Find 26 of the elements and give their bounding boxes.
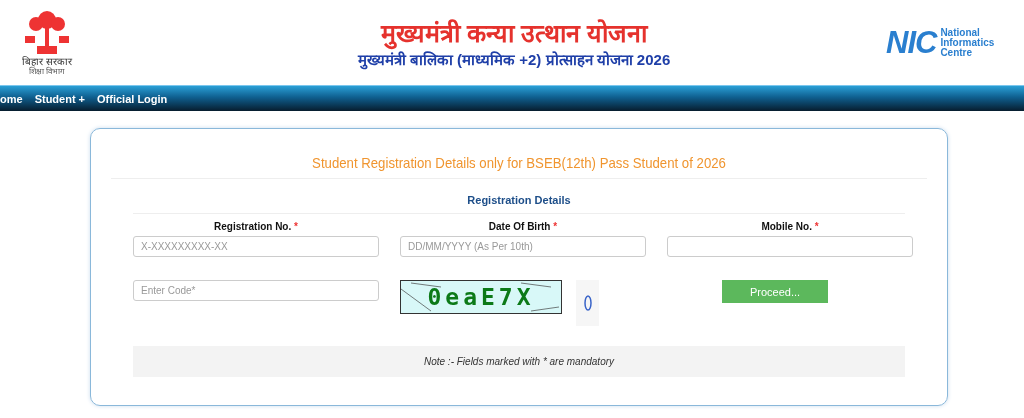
emblem-caption: बिहार सरकार <box>22 55 72 67</box>
input-field[interactable]: DD/MM/YYYY (As Per 10th) <box>400 236 646 257</box>
field-label: Mobile No. * <box>760 220 820 234</box>
scheme-subtitle: मुख्यमंत्री बालिका (माध्यमिक +2) प्रोत्साहन योजना 2026 <box>357 49 671 69</box>
section-title: Registration Details <box>133 179 905 214</box>
form-heading: Student Registration Details only for BSEB(12th) Pass Student of 2026 <box>311 153 727 173</box>
input-field[interactable]: X-XXXXXXXXX-XX <box>133 236 379 257</box>
field-label: Date Of Birth * <box>487 220 559 234</box>
mandatory-note: Note :- Fields marked with * are mandatory <box>133 346 905 377</box>
nic-name: Informatics <box>940 37 995 48</box>
nic-name: Centre <box>940 47 974 58</box>
emblem-tree-icon <box>22 9 72 56</box>
refresh-icon[interactable] <box>583 295 592 311</box>
required-mark: * <box>553 221 558 232</box>
field-label: Registration No. * <box>213 220 299 234</box>
nav-link[interactable]: Official Login <box>97 92 168 105</box>
scheme-title: मुख्यमंत्री कन्या उत्थान योजना <box>381 16 647 49</box>
captcha-image: 0eaE7X <box>400 280 562 314</box>
nav-link[interactable]: ome <box>0 92 23 105</box>
nav-link[interactable]: Student + <box>34 92 86 105</box>
nic-name: National <box>940 27 981 38</box>
required-mark: * <box>294 221 298 232</box>
code-input-field[interactable]: Enter Code* <box>133 280 379 301</box>
emblem-subcaption: शिक्षा विभाग <box>28 66 66 76</box>
required-mark: * <box>814 221 819 232</box>
nic-logo: NIC <box>886 24 937 61</box>
